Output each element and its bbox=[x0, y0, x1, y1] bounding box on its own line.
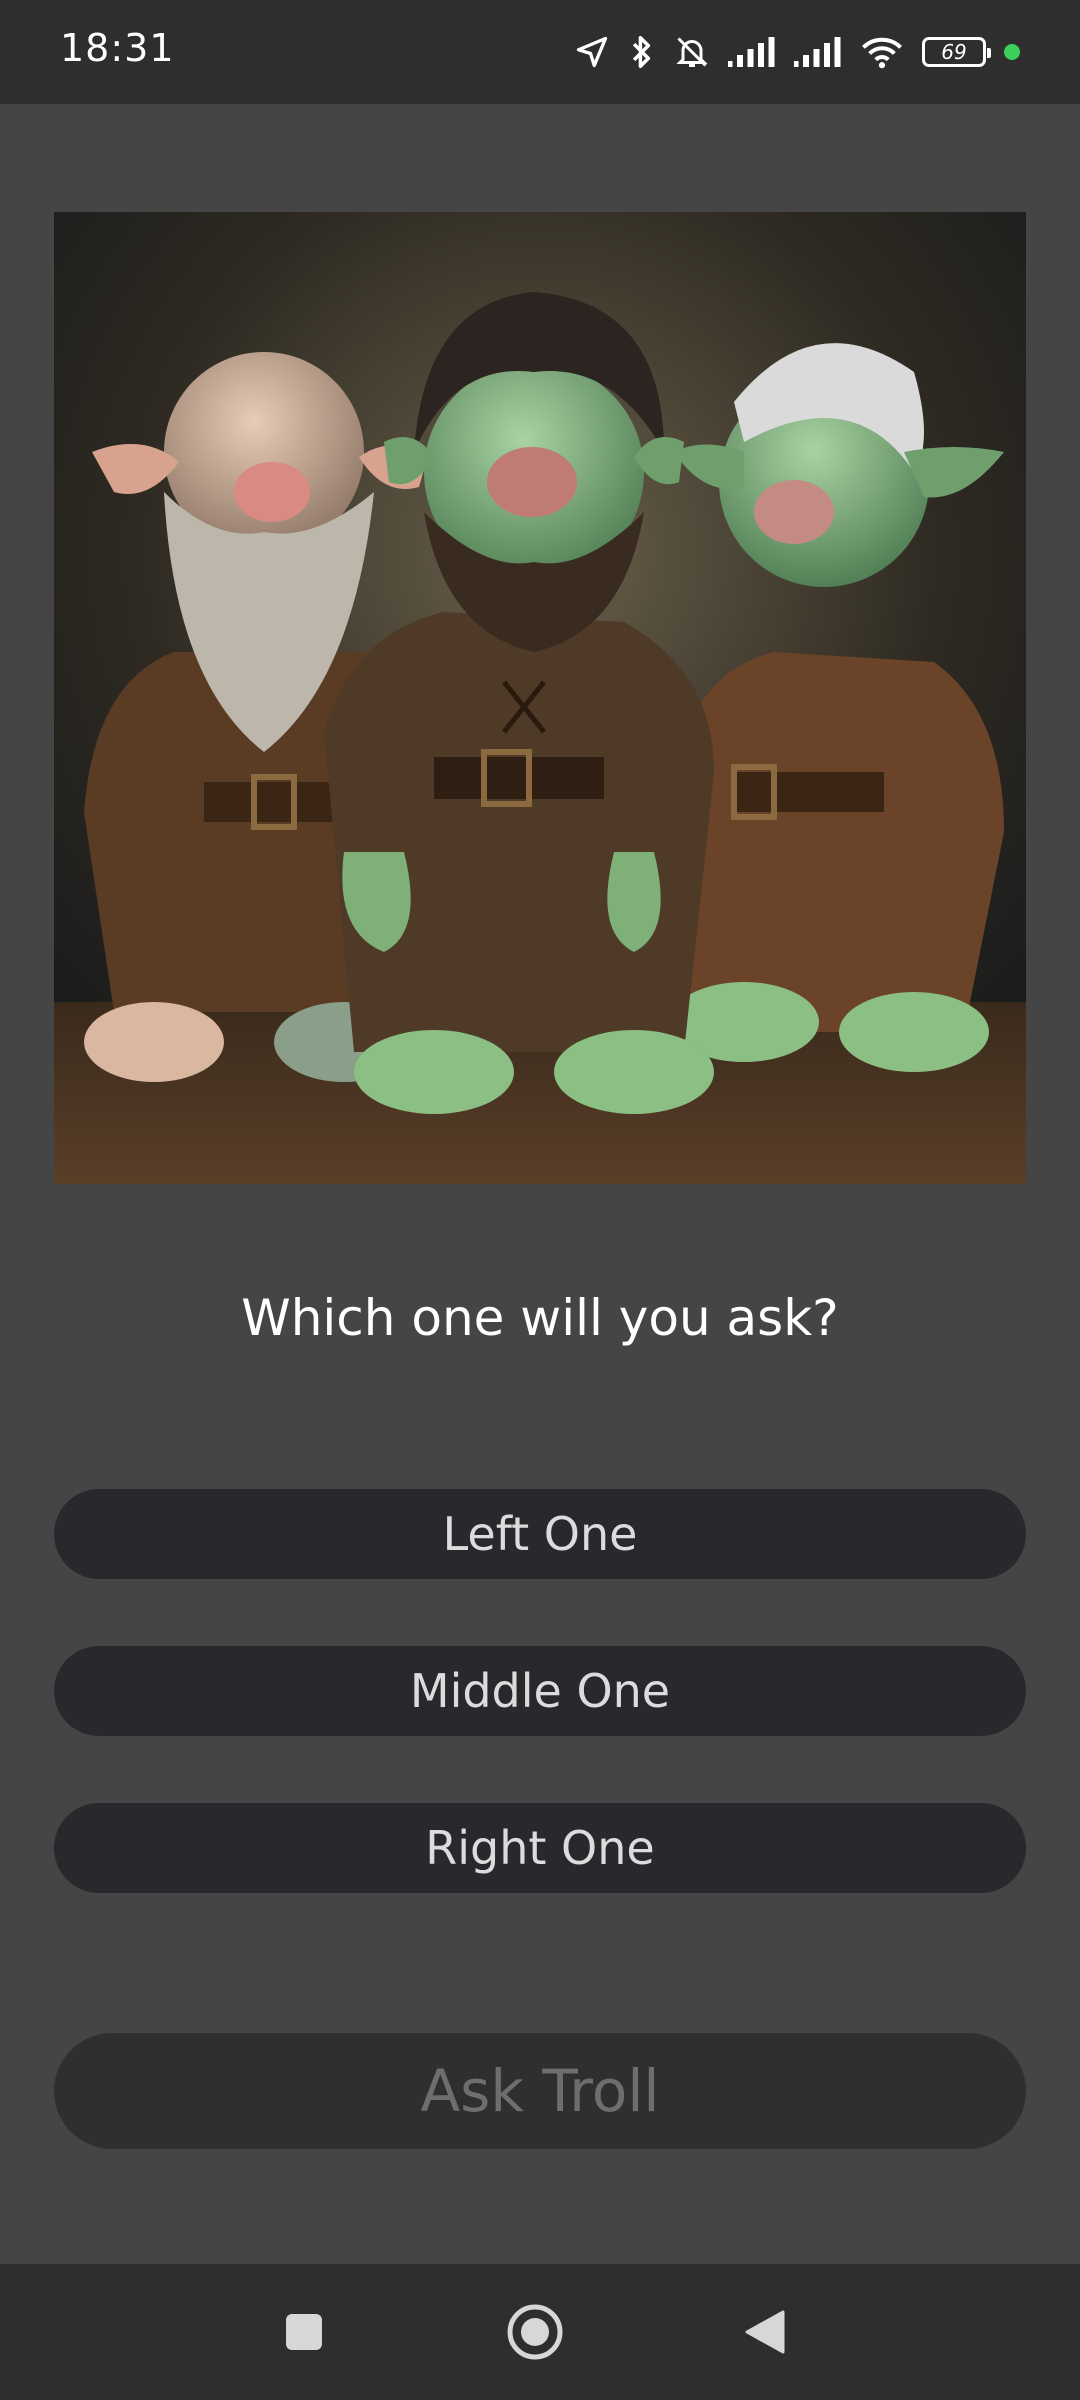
battery-icon: 69 bbox=[922, 37, 991, 67]
home-button[interactable] bbox=[490, 2264, 580, 2400]
left-one-button[interactable]: Left One bbox=[54, 1489, 1026, 1579]
question-text: Which one will you ask? bbox=[241, 1289, 839, 1347]
troll-image bbox=[54, 212, 1026, 1184]
middle-one-button[interactable]: Middle One bbox=[54, 1646, 1026, 1736]
main-content: Which one will you ask? Left One Middle … bbox=[0, 104, 1080, 2264]
recents-square-icon bbox=[286, 2314, 322, 2350]
signal-icon bbox=[794, 37, 841, 67]
bluetooth-icon bbox=[632, 36, 651, 68]
back-button[interactable] bbox=[720, 2264, 810, 2400]
home-circle-icon bbox=[507, 2304, 563, 2360]
navigation-bar bbox=[0, 2264, 1080, 2400]
right-one-button[interactable]: Right One bbox=[54, 1803, 1026, 1893]
bell-muted-icon bbox=[676, 37, 708, 67]
location-icon bbox=[576, 36, 608, 68]
status-bar: 18:31 69 bbox=[0, 0, 1080, 104]
signal-icon bbox=[728, 37, 775, 67]
recents-button[interactable] bbox=[259, 2264, 349, 2400]
back-triangle-icon bbox=[745, 2310, 785, 2354]
battery-level: 69 bbox=[941, 40, 967, 64]
status-icons: 69 bbox=[574, 30, 1020, 74]
wifi-icon bbox=[862, 37, 902, 69]
privacy-indicator-dot bbox=[1004, 44, 1020, 60]
status-time: 18:31 bbox=[60, 26, 175, 70]
ask-troll-button[interactable]: Ask Troll bbox=[54, 2033, 1026, 2149]
